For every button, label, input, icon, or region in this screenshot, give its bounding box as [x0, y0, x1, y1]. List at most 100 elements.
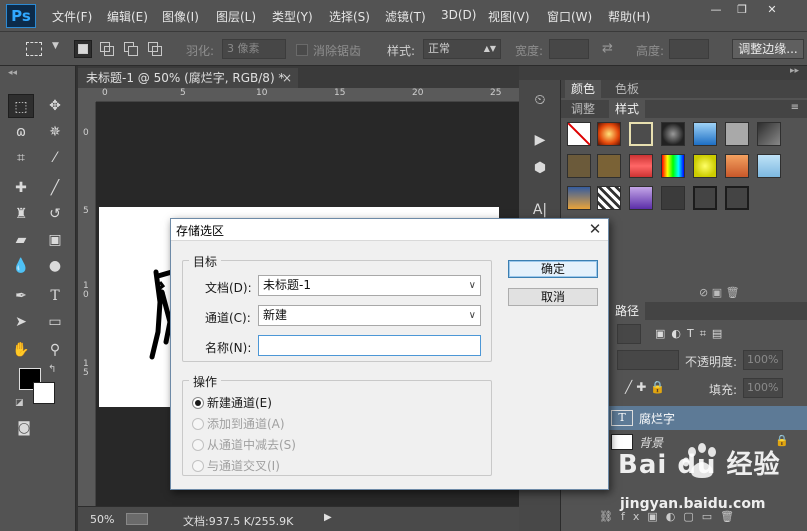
radio-new-channel[interactable]: 新建通道(E) [192, 394, 272, 411]
tab-color[interactable]: 颜色 [565, 80, 602, 98]
default-colors-icon[interactable]: ◪ [15, 398, 24, 408]
subtract-selection-icon[interactable] [122, 40, 140, 58]
marquee-tool-icon[interactable] [26, 42, 42, 56]
layer-row-selected[interactable]: T 腐烂字 [605, 406, 807, 430]
style-select[interactable]: 正常 ▲▼ [423, 39, 501, 59]
lasso-tool-icon[interactable]: ɷ [8, 120, 34, 144]
path-selection-tool-icon[interactable]: ➤ [8, 310, 34, 334]
style-swatch[interactable] [661, 186, 685, 210]
radio-intersect-channel[interactable]: 与通道交叉(I) [192, 457, 280, 474]
blur-tool-icon[interactable]: 💧 [8, 254, 34, 278]
menu-select[interactable]: 选择(S) [329, 8, 370, 25]
menu-layer[interactable]: 图层(L) [216, 8, 256, 25]
swap-icon[interactable]: ⇄ [602, 41, 613, 56]
style-swatch[interactable] [597, 122, 621, 146]
style-swatch[interactable] [661, 122, 685, 146]
fill-input[interactable]: 100% [743, 378, 783, 398]
minimize-icon[interactable]: — [704, 3, 728, 17]
history-brush-tool-icon[interactable]: ↺ [42, 202, 68, 226]
name-input[interactable] [258, 335, 481, 356]
layer-kind-filter[interactable] [617, 324, 641, 344]
panel-menu-icon[interactable]: ≡ [791, 102, 799, 113]
status-info-icon[interactable] [126, 513, 148, 525]
hand-tool-icon[interactable]: ✋ [8, 338, 34, 362]
height-input[interactable] [669, 39, 709, 59]
tool-preset-arrow-icon[interactable]: ▼ [52, 41, 59, 51]
document-tab[interactable]: 未标题-1 @ 50% (腐烂字, RGB/8) * × [78, 68, 298, 88]
rectangle-tool-icon[interactable]: ▭ [42, 310, 68, 334]
3d-panel-icon[interactable]: ⬢ [527, 156, 553, 180]
menu-file[interactable]: 文件(F) [52, 8, 92, 25]
status-menu-arrow-icon[interactable]: ▶ [324, 512, 332, 523]
background-color-swatch[interactable] [33, 382, 55, 404]
tab-paths[interactable]: 路径 [609, 302, 646, 320]
style-swatch-none[interactable] [567, 122, 591, 146]
close-icon[interactable]: ✕ [760, 3, 784, 17]
channel-select[interactable]: 新建 ∨ [258, 305, 481, 326]
style-swatch[interactable] [693, 154, 717, 178]
brush-tool-icon[interactable]: ╱ [42, 176, 68, 200]
style-swatch[interactable] [693, 122, 717, 146]
restore-icon[interactable]: ❐ [730, 3, 754, 17]
crop-tool-icon[interactable]: ⌗ [8, 146, 34, 170]
menu-help[interactable]: 帮助(H) [608, 8, 650, 25]
radio-subtract-from-channel[interactable]: 从通道中减去(S) [192, 436, 296, 453]
history-panel-icon[interactable]: ⏲ [527, 88, 553, 112]
dodge-tool-icon[interactable]: ● [42, 254, 68, 278]
style-swatch[interactable] [629, 154, 653, 178]
style-swatch[interactable] [757, 154, 781, 178]
feather-input[interactable]: 3 像素 [222, 39, 286, 59]
rect-marquee-tool-icon[interactable]: ⬚ [8, 94, 34, 118]
quick-mask-icon[interactable]: ◙ [11, 416, 37, 440]
menu-filter[interactable]: 滤镜(T) [385, 8, 426, 25]
tab-swatches[interactable]: 色板 [609, 80, 645, 98]
type-tool-icon[interactable]: T [42, 284, 68, 308]
expand-panels-icon[interactable]: ▸▸ [790, 66, 799, 76]
magic-wand-tool-icon[interactable]: ✵ [42, 120, 68, 144]
styles-panel-footer-icons[interactable]: ⊘ ▣ 🗑 [699, 286, 740, 299]
eraser-tool-icon[interactable]: ▰ [8, 228, 34, 252]
cancel-button[interactable]: 取消 [508, 288, 598, 306]
move-tool-icon[interactable]: ✥ [42, 94, 68, 118]
zoom-level[interactable]: 50% [90, 513, 114, 526]
style-swatch[interactable] [629, 186, 653, 210]
style-swatch[interactable] [661, 154, 685, 178]
radio-add-to-channel[interactable]: 添加到通道(A) [192, 415, 285, 432]
tab-adjustments[interactable]: 调整 [565, 100, 601, 118]
refine-edge-button[interactable]: 调整边缘... [732, 39, 804, 59]
add-to-selection-icon[interactable] [98, 40, 116, 58]
antialias-checkbox[interactable] [296, 44, 308, 56]
gradient-tool-icon[interactable]: ▣ [42, 228, 68, 252]
menu-edit[interactable]: 编辑(E) [107, 8, 148, 25]
zoom-tool-icon[interactable]: ⚲ [42, 338, 68, 362]
style-swatch[interactable] [597, 154, 621, 178]
dialog-close-icon[interactable]: ✕ [586, 220, 604, 238]
menu-type[interactable]: 类型(Y) [272, 8, 313, 25]
lock-icons[interactable]: ╱✚🔒 [625, 380, 669, 394]
style-swatch[interactable] [693, 186, 717, 210]
menu-window[interactable]: 窗口(W) [547, 8, 592, 25]
menu-3d[interactable]: 3D(D) [441, 8, 476, 22]
opacity-input[interactable]: 100% [743, 350, 783, 370]
new-selection-icon[interactable] [74, 40, 92, 58]
tab-close-icon[interactable]: × [282, 68, 292, 88]
style-swatch[interactable] [757, 122, 781, 146]
style-swatch[interactable] [725, 186, 749, 210]
collapse-toolbox-icon[interactable]: ◂◂ [8, 68, 17, 78]
style-swatch[interactable] [597, 186, 621, 210]
style-swatch[interactable] [567, 186, 591, 210]
pen-tool-icon[interactable]: ✒ [8, 284, 34, 308]
actions-panel-icon[interactable]: ▶ [527, 128, 553, 152]
menu-view[interactable]: 视图(V) [488, 8, 530, 25]
style-swatch[interactable] [725, 154, 749, 178]
document-select[interactable]: 未标题-1 ∨ [258, 275, 481, 296]
width-input[interactable] [549, 39, 589, 59]
clone-stamp-tool-icon[interactable]: ♜ [8, 202, 34, 226]
swap-colors-icon[interactable]: ↰ [48, 364, 56, 375]
style-swatch[interactable] [629, 122, 653, 146]
intersect-selection-icon[interactable] [146, 40, 164, 58]
style-swatch[interactable] [725, 122, 749, 146]
healing-brush-tool-icon[interactable]: ✚ [8, 176, 34, 200]
style-swatch[interactable] [567, 154, 591, 178]
menu-image[interactable]: 图像(I) [162, 8, 199, 25]
